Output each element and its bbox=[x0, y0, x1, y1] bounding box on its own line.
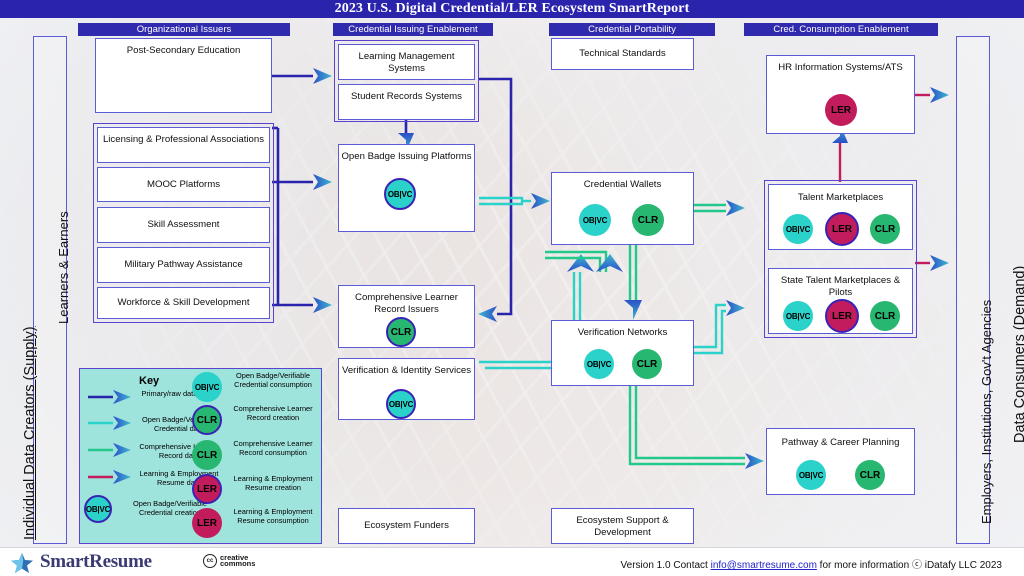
box-label: Pathway & Career Planning bbox=[781, 437, 900, 448]
badge-clr-consumption-icon: CLR bbox=[632, 349, 662, 379]
box-label: Comprehensive Learner Record Issuers bbox=[355, 292, 458, 315]
badge-ler-creation-icon: LER bbox=[825, 212, 859, 246]
column-header-organizational-issuers: Organizational Issuers bbox=[78, 23, 290, 36]
title-bar: 2023 U.S. Digital Credential/LER Ecosyst… bbox=[0, 0, 1024, 18]
box-label: Verification & Identity Services bbox=[341, 365, 472, 376]
box-label: Workforce & Skill Development bbox=[117, 297, 250, 308]
creative-commons-logo: cc creative commons bbox=[203, 553, 256, 568]
box-pathway-career-planning[interactable]: Pathway & Career Planning OB|VC CLR bbox=[766, 428, 915, 495]
badge-clr-consumption-icon: CLR bbox=[870, 301, 900, 331]
footer-version-suffix: for more information ⓒ iDatafy LLC 2023 bbox=[816, 560, 1002, 571]
box-label: Licensing & Professional Associations bbox=[102, 134, 265, 145]
key-badge-clr-consumption-icon: CLR bbox=[192, 440, 222, 470]
badge-ler-creation-icon: LER bbox=[825, 299, 859, 333]
box-label: Post-Secondary Education bbox=[126, 45, 241, 56]
box-label: Military Pathway Assistance bbox=[124, 259, 243, 270]
column-header-credential-portability: Credential Portability bbox=[549, 23, 715, 36]
key-badge-obvc-consumption-icon: OB|VC bbox=[192, 372, 222, 402]
badge-clr-consumption-icon: CLR bbox=[870, 214, 900, 244]
box-comprehensive-learner-record-issuers[interactable]: Comprehensive Learner Record Issuers CLR bbox=[338, 285, 475, 348]
box-military-pathway-assistance[interactable]: Military Pathway Assistance bbox=[97, 247, 270, 283]
box-verification-networks[interactable]: Verification Networks OB|VC CLR bbox=[551, 320, 694, 386]
key-label-ler-creation: Learning & Employment Resume creation bbox=[233, 474, 313, 492]
key-badge-ler-creation-icon: LER bbox=[192, 474, 222, 504]
box-workforce-skill-development[interactable]: Workforce & Skill Development bbox=[97, 287, 270, 319]
box-post-secondary-education[interactable]: Post-Secondary Education bbox=[95, 38, 272, 113]
box-label: Student Records Systems bbox=[351, 91, 462, 102]
rail-label-learners-earners: Learners & Earners bbox=[56, 211, 71, 324]
key-label-ler-consumption: Learning & Employment Resume consumption bbox=[233, 507, 313, 525]
box-state-talent-marketplaces-pilots[interactable]: State Talent Marketplaces & Pilots OB|VC… bbox=[768, 268, 913, 334]
badge-obvc-consumption-icon: OB|VC bbox=[796, 460, 826, 490]
box-verification-identity-services[interactable]: Verification & Identity Services OB|VC bbox=[338, 358, 475, 420]
badge-ler-consumption-icon: LER bbox=[825, 94, 857, 126]
box-student-records-systems[interactable]: Student Records Systems bbox=[338, 84, 475, 120]
box-skill-assessment[interactable]: Skill Assessment bbox=[97, 207, 270, 243]
badge-obvc-creation-icon: OB|VC bbox=[386, 389, 416, 419]
box-label: Verification Networks bbox=[577, 327, 668, 338]
box-label: Skill Assessment bbox=[147, 219, 220, 230]
key-label-clr-consumption: Comprehensive Learner Record consumption bbox=[233, 439, 313, 457]
key-badge-obvc-creation-icon: OB|VC bbox=[84, 495, 112, 523]
rail-label-individual-data-creators: Individual Data Creators (Supply) bbox=[22, 326, 38, 540]
badge-clr-consumption-icon: CLR bbox=[855, 460, 885, 490]
box-label: State Talent Marketplaces & Pilots bbox=[780, 275, 901, 298]
contact-email-link[interactable]: info@smartresume.com bbox=[711, 560, 817, 571]
box-licensing-professional-associations[interactable]: Licensing & Professional Associations bbox=[97, 127, 270, 163]
box-mooc-platforms[interactable]: MOOC Platforms bbox=[97, 167, 270, 202]
key-label-clr-creation: Comprehensive Learner Record creation bbox=[233, 404, 313, 422]
box-label: Credential Wallets bbox=[583, 179, 662, 190]
footer-version-note: Version 1.0 Contact info@smartresume.com… bbox=[621, 556, 1002, 571]
box-label: MOOC Platforms bbox=[146, 179, 221, 190]
box-talent-marketplaces[interactable]: Talent Marketplaces OB|VC LER CLR bbox=[768, 184, 913, 250]
box-hr-information-systems-ats[interactable]: HR Information Systems/ATS LER bbox=[766, 55, 915, 134]
cc-icon: cc bbox=[203, 554, 217, 568]
key-label-obvc-consumption: Open Badge/Verifiable Credential consump… bbox=[234, 371, 312, 389]
key-badge-clr-creation-icon: CLR bbox=[192, 405, 222, 435]
box-ecosystem-support-development[interactable]: Ecosystem Support & Development bbox=[551, 508, 694, 544]
key-title: Key bbox=[139, 375, 160, 387]
badge-obvc-creation-icon: OB|VC bbox=[384, 178, 416, 210]
box-label: HR Information Systems/ATS bbox=[778, 62, 903, 73]
box-technical-standards[interactable]: Technical Standards bbox=[551, 38, 694, 70]
cc-line-2: commons bbox=[220, 559, 256, 568]
badge-obvc-consumption-icon: OB|VC bbox=[783, 214, 813, 244]
column-header-credential-issuing-enablement: Credential Issuing Enablement bbox=[333, 23, 493, 36]
box-label: Ecosystem Funders bbox=[364, 520, 449, 531]
badge-clr-consumption-icon: CLR bbox=[632, 204, 664, 236]
badge-obvc-consumption-icon: OB|VC bbox=[783, 301, 813, 331]
box-label: Learning Management Systems bbox=[358, 51, 455, 74]
box-ecosystem-funders[interactable]: Ecosystem Funders bbox=[338, 508, 475, 544]
key-badge-ler-consumption-icon: LER bbox=[192, 508, 222, 538]
rail-label-employers-institutions: Employers, Institutions, Gov't Agencies bbox=[979, 299, 994, 524]
box-label: Open Badge Issuing Platforms bbox=[341, 151, 472, 162]
box-learning-management-systems[interactable]: Learning Management Systems bbox=[338, 44, 475, 80]
footer: SmartResume cc creative commons Version … bbox=[0, 547, 1024, 576]
box-label: Talent Marketplaces bbox=[797, 192, 884, 203]
footer-version-prefix: Version 1.0 Contact bbox=[620, 560, 711, 571]
badge-obvc-consumption-icon: OB|VC bbox=[579, 204, 611, 236]
box-open-badge-issuing-platforms[interactable]: Open Badge Issuing Platforms OB|VC bbox=[338, 144, 475, 232]
smartresume-star-icon bbox=[11, 553, 33, 573]
box-credential-wallets[interactable]: Credential Wallets OB|VC CLR bbox=[551, 172, 694, 245]
column-header-cred-consumption-enablement: Cred. Consumption Enablement bbox=[744, 23, 938, 36]
badge-clr-creation-icon: CLR bbox=[386, 317, 416, 347]
box-label: Technical Standards bbox=[579, 48, 666, 59]
rail-label-data-consumers: Data Consumers (Demand) bbox=[1012, 265, 1024, 443]
box-label: Ecosystem Support & Development bbox=[576, 515, 669, 538]
badge-obvc-consumption-icon: OB|VC bbox=[584, 349, 614, 379]
diagram-canvas: 2023 U.S. Digital Credential/LER Ecosyst… bbox=[0, 0, 1024, 576]
page-title: 2023 U.S. Digital Credential/LER Ecosyst… bbox=[334, 1, 690, 16]
smartresume-wordmark: SmartResume bbox=[40, 551, 152, 572]
